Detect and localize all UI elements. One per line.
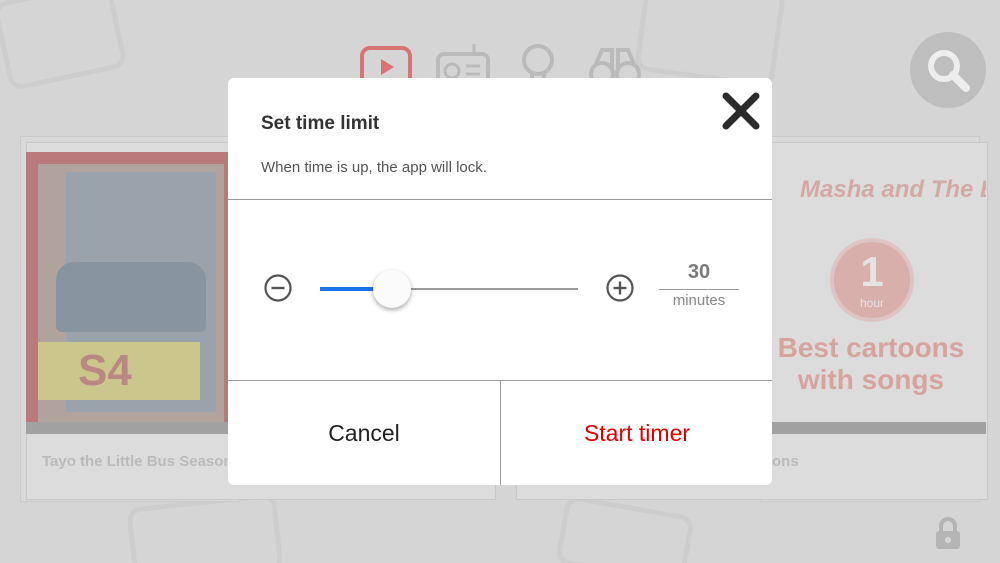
dialog-subtitle: When time is up, the app will lock. <box>261 159 487 176</box>
increase-button[interactable] <box>605 273 635 303</box>
cancel-button[interactable]: Cancel <box>228 381 500 485</box>
decrease-button[interactable] <box>263 273 293 303</box>
minus-circle-icon <box>264 274 292 302</box>
close-button[interactable] <box>720 90 762 132</box>
time-limit-dialog: Set time limit When time is up, the app … <box>228 78 772 485</box>
minutes-unit-label: minutes <box>672 292 726 309</box>
dialog-title: Set time limit <box>261 113 380 134</box>
minutes-value: 30 <box>687 261 711 283</box>
close-icon <box>722 92 760 130</box>
minutes-underline <box>659 289 739 290</box>
divider <box>228 199 772 200</box>
plus-circle-icon <box>606 274 634 302</box>
start-timer-button[interactable]: Start timer <box>501 381 772 485</box>
time-slider[interactable] <box>320 270 578 308</box>
slider-thumb[interactable] <box>373 270 412 308</box>
